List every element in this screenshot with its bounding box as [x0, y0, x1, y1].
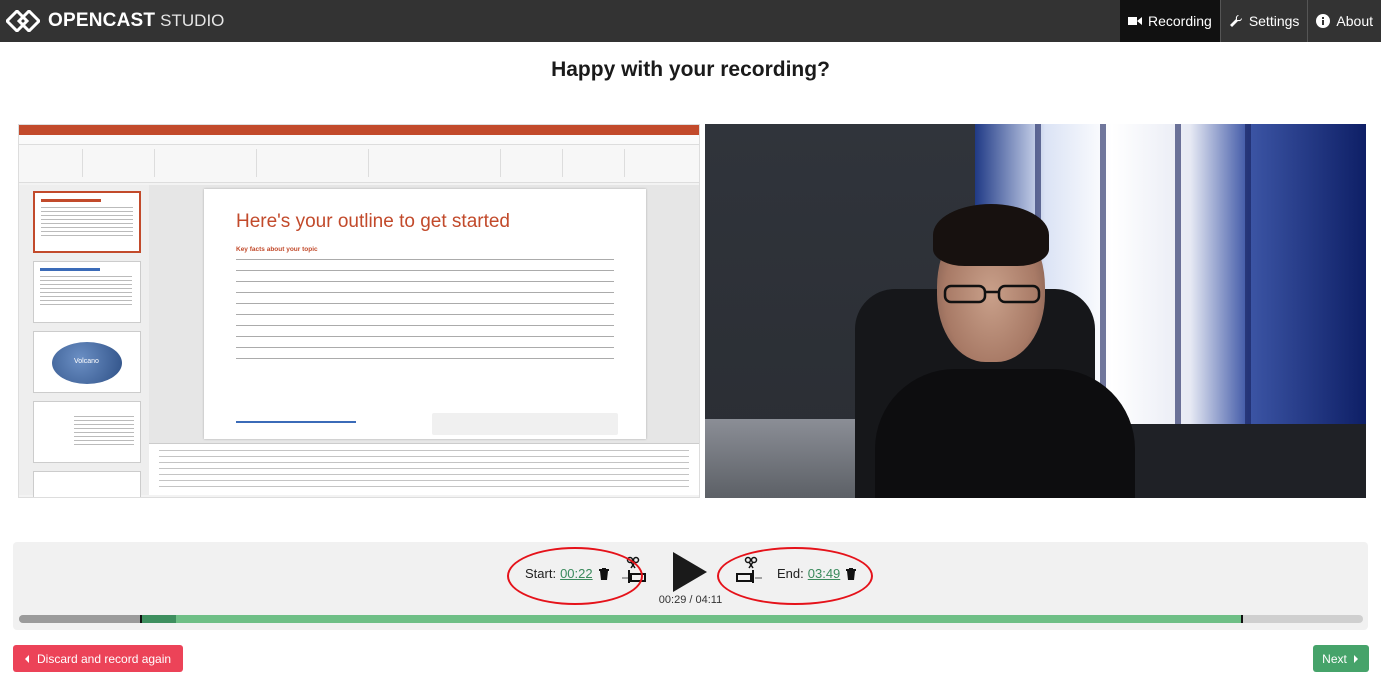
playback-time: 00:29 / 04:11 [658, 594, 723, 606]
nav-about[interactable]: About [1307, 0, 1381, 42]
video-camera-icon [1127, 17, 1142, 25]
play-icon[interactable] [673, 552, 707, 592]
ribbon-tabs [19, 135, 699, 145]
played-segment [140, 615, 176, 623]
speaker-notes [149, 443, 699, 495]
slide-thumb [33, 401, 141, 463]
slide-thumb [33, 261, 141, 323]
webcam-recording-preview [705, 124, 1366, 498]
ribbon [19, 145, 699, 183]
slide-footer-link [236, 421, 356, 423]
slide-body-text [236, 259, 614, 367]
chevron-left-icon [25, 654, 29, 663]
annotation-ellipse-start [507, 547, 643, 605]
glasses [943, 284, 1041, 304]
app-titlebar [19, 125, 699, 135]
opencast-logo-icon [6, 10, 40, 32]
person-hair [933, 204, 1049, 266]
screen-recording-preview: Volcano Here's your outline to get start… [18, 124, 700, 498]
slide-thumb [33, 471, 141, 497]
cut-controls-panel: Start: 00:22 End: 03:49 00:29 / 04:11 [13, 542, 1368, 630]
slide-thumbnails: Volcano [19, 185, 149, 497]
slide-heading: Here's your outline to get started [236, 211, 510, 232]
next-button[interactable]: Next [1313, 645, 1369, 672]
next-label: Next [1322, 651, 1347, 666]
nav-settings-label: Settings [1248, 13, 1300, 29]
brand-name-light: STUDIO [160, 11, 225, 30]
chevron-right-icon [1353, 654, 1358, 663]
slide-thumb-label: Volcano [74, 358, 99, 365]
slide-canvas: Here's your outline to get started Key f… [204, 189, 646, 439]
discard-label: Discard and record again [37, 651, 172, 666]
top-bar: OPENCAST STUDIO Recording Settings About [0, 0, 1381, 42]
slide-subheading: Key facts about your topic [236, 246, 318, 253]
brand-name-bold: OPENCAST [48, 10, 156, 31]
main-nav: Recording Settings About [1119, 0, 1381, 42]
slide-thumb: Volcano [33, 331, 141, 393]
slide-thumb [33, 191, 141, 253]
nav-settings[interactable]: Settings [1219, 0, 1308, 42]
slide-editor: Here's your outline to get started Key f… [149, 185, 699, 495]
wrench-icon [1229, 14, 1242, 27]
nav-recording-label: Recording [1147, 13, 1212, 29]
timeline-progress-bar[interactable] [19, 615, 1363, 623]
page-title: Happy with your recording? [551, 58, 830, 81]
discard-and-record-again-button[interactable]: Discard and record again [13, 645, 184, 672]
annotation-ellipse-end [717, 547, 873, 605]
slide-notes-hint [432, 413, 618, 435]
brand[interactable]: OPENCAST STUDIO [6, 10, 224, 32]
person-body [875, 369, 1135, 498]
nav-about-label: About [1336, 13, 1373, 29]
cut-before-start [19, 615, 140, 623]
start-cut-marker[interactable] [140, 615, 142, 623]
nav-recording[interactable]: Recording [1119, 0, 1220, 42]
info-circle-icon [1316, 14, 1331, 28]
end-cut-marker[interactable] [1241, 615, 1243, 623]
kept-range [176, 615, 1241, 623]
